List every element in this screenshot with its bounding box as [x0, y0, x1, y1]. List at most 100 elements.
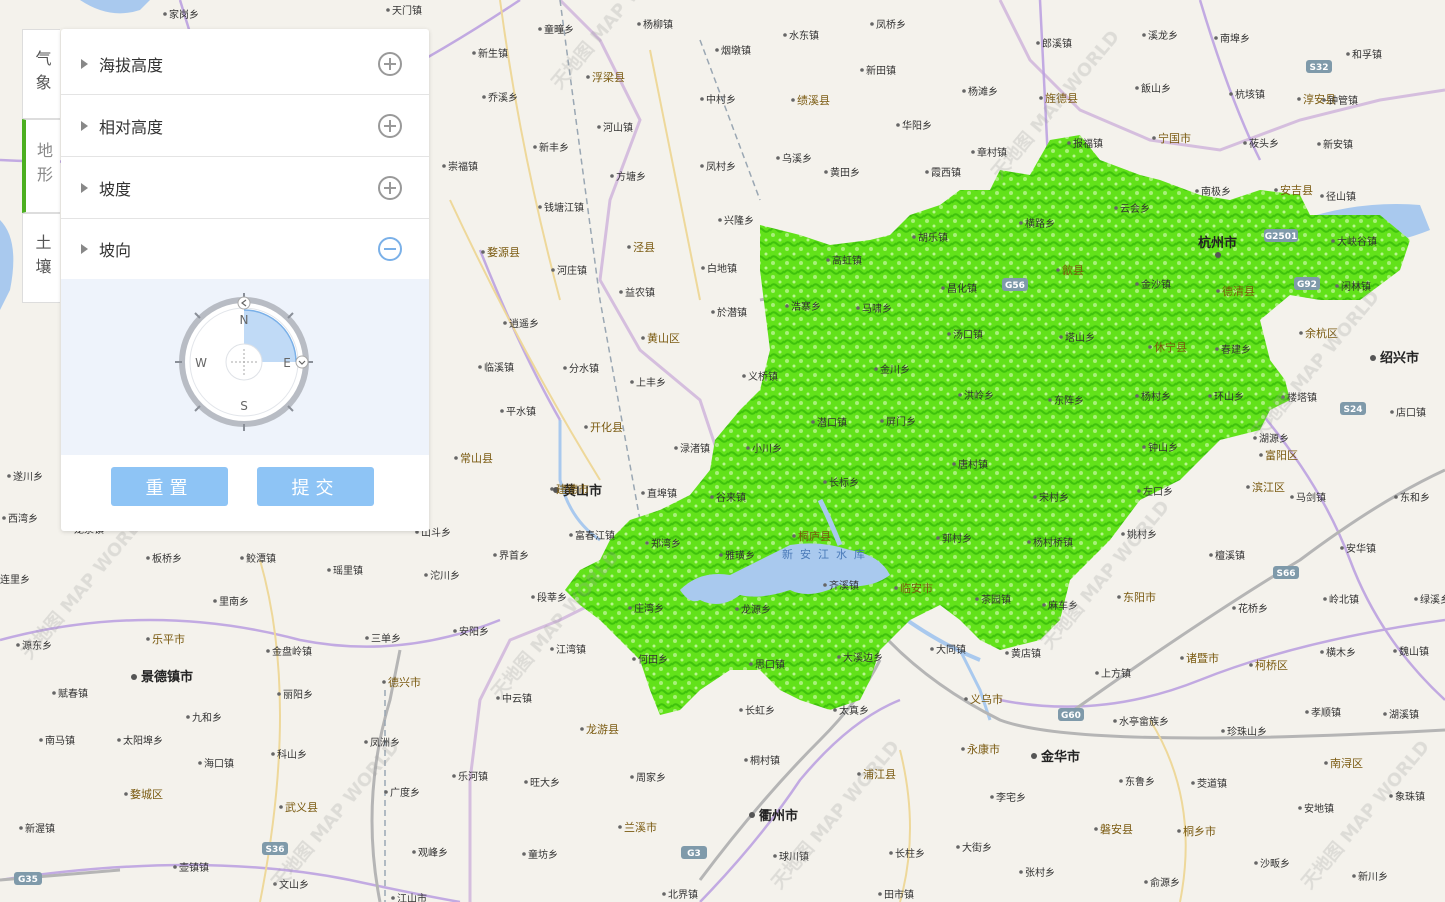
- place-dot: [1393, 649, 1397, 653]
- place-dot: [823, 583, 827, 587]
- place-town: 大溪边乡: [843, 651, 883, 664]
- reset-button[interactable]: 重置: [111, 467, 228, 506]
- end-handle[interactable]: [295, 355, 309, 369]
- plus-circle-icon[interactable]: [378, 113, 402, 138]
- place-county: 乐平市: [152, 632, 185, 646]
- place-town: 分水镇: [569, 362, 599, 375]
- place-town: 瑶里镇: [333, 564, 363, 577]
- place-town: 杨滩乡: [968, 85, 998, 98]
- place-dot: [1033, 495, 1037, 499]
- place-town: 金川乡: [880, 363, 910, 376]
- place-county: 婺源县: [487, 245, 520, 259]
- place-dot: [1059, 335, 1063, 339]
- place-town: 郑湾乡: [651, 537, 681, 550]
- place-county: 兰溪市: [624, 820, 657, 834]
- place-dot: [1144, 880, 1148, 884]
- place-town: 南埠乡: [1220, 32, 1250, 45]
- place-dot: [124, 792, 128, 796]
- place-town: 李宅乡: [996, 791, 1026, 804]
- tab-terrain[interactable]: 地形: [22, 119, 60, 213]
- place-town: 上丰乡: [636, 376, 666, 389]
- place-dot: [1191, 781, 1195, 785]
- place-town: 乌溪乡: [782, 152, 812, 165]
- accordion-row-elevation[interactable]: 海拔高度: [61, 33, 429, 95]
- place-town: 金盘岭镇: [272, 645, 312, 658]
- place-dot: [1221, 729, 1225, 733]
- place-dot: [1067, 141, 1071, 145]
- accordion-row-relative-height[interactable]: 相对高度: [61, 95, 429, 157]
- place-town: 孝顺镇: [1311, 706, 1341, 719]
- place-town: 杭垓镇: [1235, 88, 1265, 101]
- plus-circle-icon[interactable]: [378, 51, 402, 76]
- road-shield: G3: [687, 849, 701, 859]
- accordion-row-aspect[interactable]: 坡向: [61, 218, 429, 280]
- place-dot: [710, 495, 714, 499]
- accordion-row-slope[interactable]: 坡度: [61, 157, 429, 219]
- place-town: 方塘乡: [616, 170, 646, 183]
- place-town: 东和乡: [1400, 491, 1430, 504]
- place-dot: [674, 446, 678, 450]
- place-dot: [971, 150, 975, 154]
- place-town: 店口镇: [1396, 406, 1426, 419]
- start-handle[interactable]: [237, 296, 251, 310]
- place-town: 钟管镇: [1328, 94, 1358, 107]
- place-dot: [952, 462, 956, 466]
- place-dot: [739, 708, 743, 712]
- place-town: 太真乡: [839, 704, 869, 717]
- place-town: 新丰乡: [539, 141, 569, 154]
- road-shield: G2501: [1265, 232, 1297, 242]
- tab-weather[interactable]: 气象: [22, 29, 60, 119]
- place-dot: [791, 98, 795, 102]
- place-town: 湖溪镇: [1389, 708, 1419, 721]
- aspect-compass[interactable]: N E S W: [61, 279, 429, 455]
- place-town: 和孚镇: [1352, 48, 1382, 61]
- place-town: 周家乡: [636, 771, 666, 784]
- place-town: 旺大乡: [530, 776, 560, 789]
- place-town: 赋春镇: [58, 687, 88, 700]
- place-town: 春建乡: [1221, 343, 1251, 356]
- place-dot: [1305, 710, 1309, 714]
- place-dot: [1005, 651, 1009, 655]
- place-county: 桐乡市: [1183, 824, 1216, 838]
- place-dot: [533, 145, 537, 149]
- place-dot: [961, 747, 965, 751]
- place-dot: [1320, 650, 1324, 654]
- place-town: 钱塘江镇: [544, 201, 584, 214]
- tab-soil[interactable]: 土壤: [22, 213, 60, 303]
- place-dot: [503, 321, 507, 325]
- place-dot: [773, 854, 777, 858]
- place-dot: [384, 790, 388, 794]
- place-town: 直埠镇: [647, 487, 677, 500]
- submit-button[interactable]: 提交: [257, 467, 374, 506]
- place-dot: [1209, 553, 1213, 557]
- place-dot: [700, 97, 704, 101]
- place-dot: [454, 456, 458, 460]
- place-town: 杨村乡: [1141, 390, 1171, 403]
- place-town: 龙源乡: [741, 603, 771, 616]
- place-dot: [493, 553, 497, 557]
- place-town: 报福镇: [1073, 137, 1103, 150]
- place-dot: [645, 541, 649, 545]
- place-dot: [826, 258, 830, 262]
- place-dot: [1113, 719, 1117, 723]
- place-dot: [964, 697, 968, 701]
- compass-w: W: [195, 356, 207, 370]
- place-town: 昌化镇: [947, 282, 977, 295]
- place-town: 崇福镇: [448, 160, 478, 173]
- place-dot: [117, 738, 121, 742]
- place-town: 三单乡: [371, 633, 401, 645]
- compass-n: N: [240, 313, 249, 327]
- row-label: 坡向: [99, 240, 132, 260]
- place-town: 华阳乡: [902, 119, 932, 132]
- place-town: 茭道镇: [1197, 777, 1227, 790]
- place-dot: [1232, 606, 1236, 610]
- row-label: 坡度: [99, 179, 132, 199]
- aspect-compass-area: N E S W: [61, 279, 429, 455]
- place-dot: [610, 174, 614, 178]
- minus-circle-icon[interactable]: [378, 236, 402, 261]
- place-dot: [240, 556, 244, 560]
- place-dot: [1335, 284, 1339, 288]
- place-town: 烟墩镇: [721, 44, 751, 57]
- place-town: 中村乡: [706, 93, 736, 106]
- plus-circle-icon[interactable]: [378, 175, 402, 200]
